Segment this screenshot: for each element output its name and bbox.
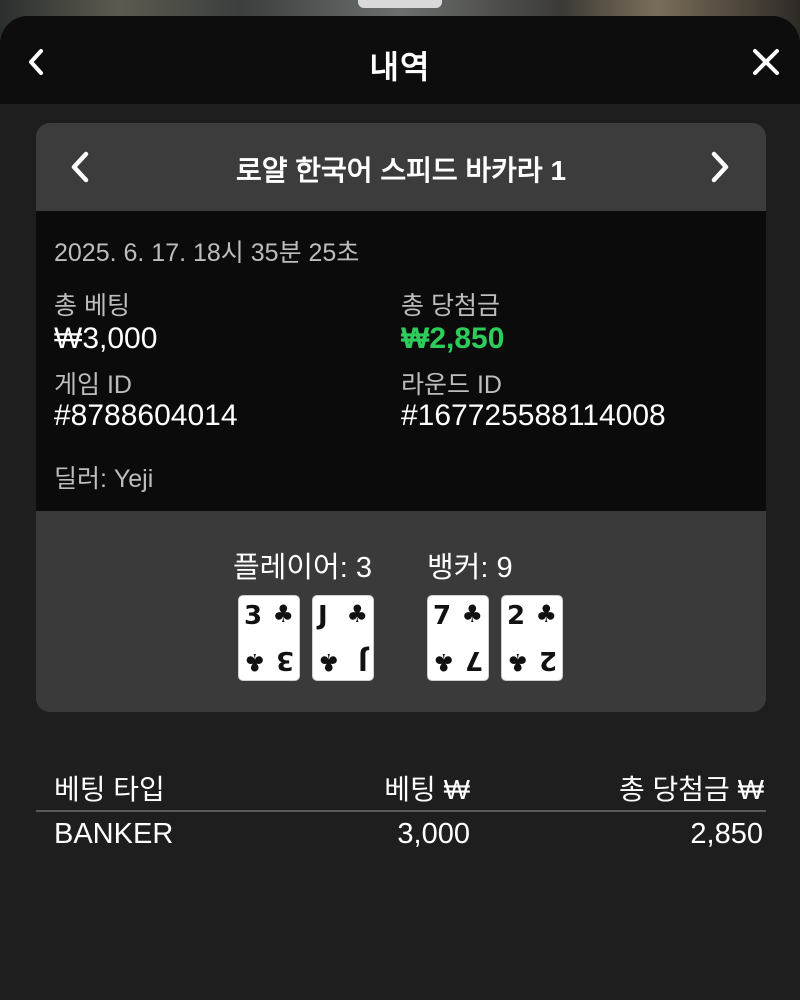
club-icon: ♣ [272, 600, 294, 628]
banker-score: 뱅커: 9 [427, 552, 513, 584]
total-win-value: ₩2,850 [401, 322, 505, 355]
round-result: 플레이어: 3 뱅커: 9 3 ♣ ♣ 3 J ♣ ♣ J 7 ♣ ♣ 7 2 [36, 511, 766, 712]
close-button[interactable] [744, 40, 788, 84]
row-total-win: 2,850 [690, 818, 763, 850]
player-card-1: 3 ♣ ♣ 3 [238, 595, 300, 681]
header-bar: 내역 [0, 16, 800, 104]
card-rank: 2 [538, 645, 557, 675]
club-icon: ♣ [535, 600, 557, 628]
row-bet-amount: 3,000 [397, 818, 470, 850]
chevron-right-icon [711, 151, 729, 183]
round-datetime: 2025. 6. 17. 18시 35분 25초 [54, 239, 360, 267]
card-rank: J [358, 645, 368, 675]
dealer-name: 딜러: Yeji [54, 465, 154, 493]
round-detail-card: 로얄 한국어 스피드 바카라 1 2025. 6. 17. 18시 35분 25… [36, 123, 766, 712]
card-rank: 7 [464, 645, 483, 675]
round-id-value: #167725588114008 [401, 399, 666, 432]
card-rank: J [318, 601, 328, 631]
banker-card-1: 7 ♣ ♣ 7 [427, 595, 489, 681]
game-name: 로얄 한국어 스피드 바카라 1 [235, 155, 567, 186]
club-icon: ♣ [507, 648, 529, 676]
column-header-bet-type: 베팅 타입 [54, 774, 165, 805]
club-icon: ♣ [346, 600, 368, 628]
player-card-2: J ♣ ♣ J [312, 595, 374, 681]
player-score: 플레이어: 3 [233, 552, 372, 584]
round-details: 2025. 6. 17. 18시 35분 25초 총 베팅 ₩3,000 총 당… [36, 211, 766, 511]
table-divider [36, 810, 766, 812]
total-bet-label: 총 베팅 [54, 292, 130, 320]
club-icon: ♣ [433, 648, 455, 676]
column-header-total-win: 총 당첨금 ₩ [618, 774, 764, 805]
sheet-drag-handle[interactable] [358, 0, 442, 8]
card-rank: 2 [507, 601, 526, 631]
club-icon: ♣ [461, 600, 483, 628]
game-id-value: #8788604014 [54, 399, 238, 432]
round-id-label: 라운드 ID [401, 371, 502, 399]
next-game-button[interactable] [698, 145, 742, 189]
total-bet-value: ₩3,000 [54, 322, 158, 355]
history-sheet: 내역 로얄 한국어 스피드 바카라 1 2025. 6. 17. 18시 35분… [0, 16, 800, 1000]
row-bet-type: BANKER [54, 818, 174, 850]
column-header-bet-amount: 베팅 ₩ [384, 774, 470, 805]
total-win-label: 총 당첨금 [401, 292, 500, 320]
card-rank: 7 [433, 601, 452, 631]
game-id-label: 게임 ID [54, 371, 132, 399]
game-selector: 로얄 한국어 스피드 바카라 1 [36, 123, 766, 211]
page-title: 내역 [369, 49, 431, 85]
club-icon: ♣ [244, 648, 266, 676]
club-icon: ♣ [318, 648, 340, 676]
card-rank: 3 [244, 601, 263, 631]
card-rank: 3 [275, 645, 294, 675]
banker-card-2: 2 ♣ ♣ 2 [501, 595, 563, 681]
close-icon [753, 49, 779, 75]
